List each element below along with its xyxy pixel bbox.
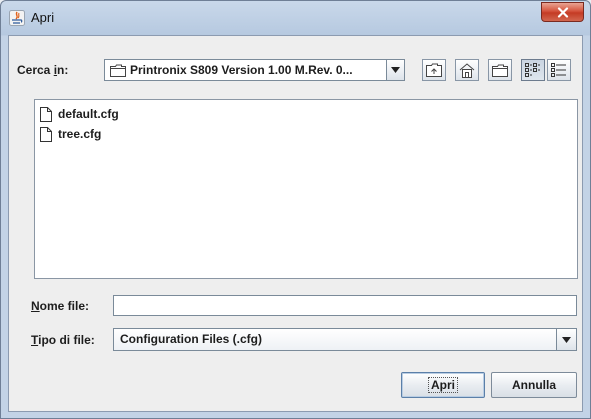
up-one-level-button[interactable] xyxy=(422,59,446,81)
file-name-input[interactable] xyxy=(113,295,577,316)
open-button[interactable]: Apri xyxy=(401,372,485,398)
details-view-icon xyxy=(551,63,566,77)
list-view-button[interactable] xyxy=(521,59,545,81)
list-view-icon xyxy=(525,63,540,77)
cancel-button[interactable]: Annulla xyxy=(491,372,577,398)
file-type-select[interactable]: Configuration Files (.cfg) xyxy=(113,328,577,351)
look-in-combo[interactable]: Printronix S809 Version 1.00 M.Rev. 0... xyxy=(104,59,405,81)
file-type-label: Tipo di file: xyxy=(31,333,95,347)
new-folder-button[interactable] xyxy=(488,59,512,81)
home-button[interactable] xyxy=(455,59,479,81)
look-in-value: Printronix S809 Version 1.00 M.Rev. 0... xyxy=(130,63,353,77)
dialog-content: Cerca in: Printronix S809 Version 1.00 M… xyxy=(8,35,583,412)
home-icon xyxy=(459,62,475,78)
file-icon xyxy=(40,106,52,122)
file-name-label: Nome file: xyxy=(31,299,90,313)
folder-icon xyxy=(110,64,126,77)
file-type-dropdown-button[interactable] xyxy=(556,329,576,350)
file-type-value: Configuration Files (.cfg) xyxy=(120,332,262,346)
list-item[interactable]: default.cfg xyxy=(40,105,119,123)
file-name: default.cfg xyxy=(58,107,119,121)
list-item[interactable]: tree.cfg xyxy=(40,125,101,143)
open-file-dialog: Apri Cerca in: Printronix S809 Version 1… xyxy=(0,0,591,419)
file-name: tree.cfg xyxy=(58,127,102,141)
java-app-icon xyxy=(9,10,25,26)
close-button[interactable] xyxy=(541,2,584,22)
new-folder-icon xyxy=(492,64,508,77)
chevron-down-icon xyxy=(562,336,571,343)
file-list[interactable]: default.cfg tree.cfg xyxy=(34,99,578,279)
look-in-label: Cerca in: xyxy=(17,63,69,77)
file-icon xyxy=(40,126,52,142)
close-icon xyxy=(557,6,568,18)
open-button-label: Apri xyxy=(428,377,458,393)
window-title: Apri xyxy=(31,10,55,25)
look-in-dropdown-button[interactable] xyxy=(386,60,404,80)
cancel-button-label: Annulla xyxy=(512,378,556,392)
details-view-button[interactable] xyxy=(547,59,571,81)
chevron-down-icon xyxy=(391,67,400,73)
title-bar[interactable]: Apri xyxy=(1,1,590,35)
up-one-level-icon xyxy=(426,63,442,77)
